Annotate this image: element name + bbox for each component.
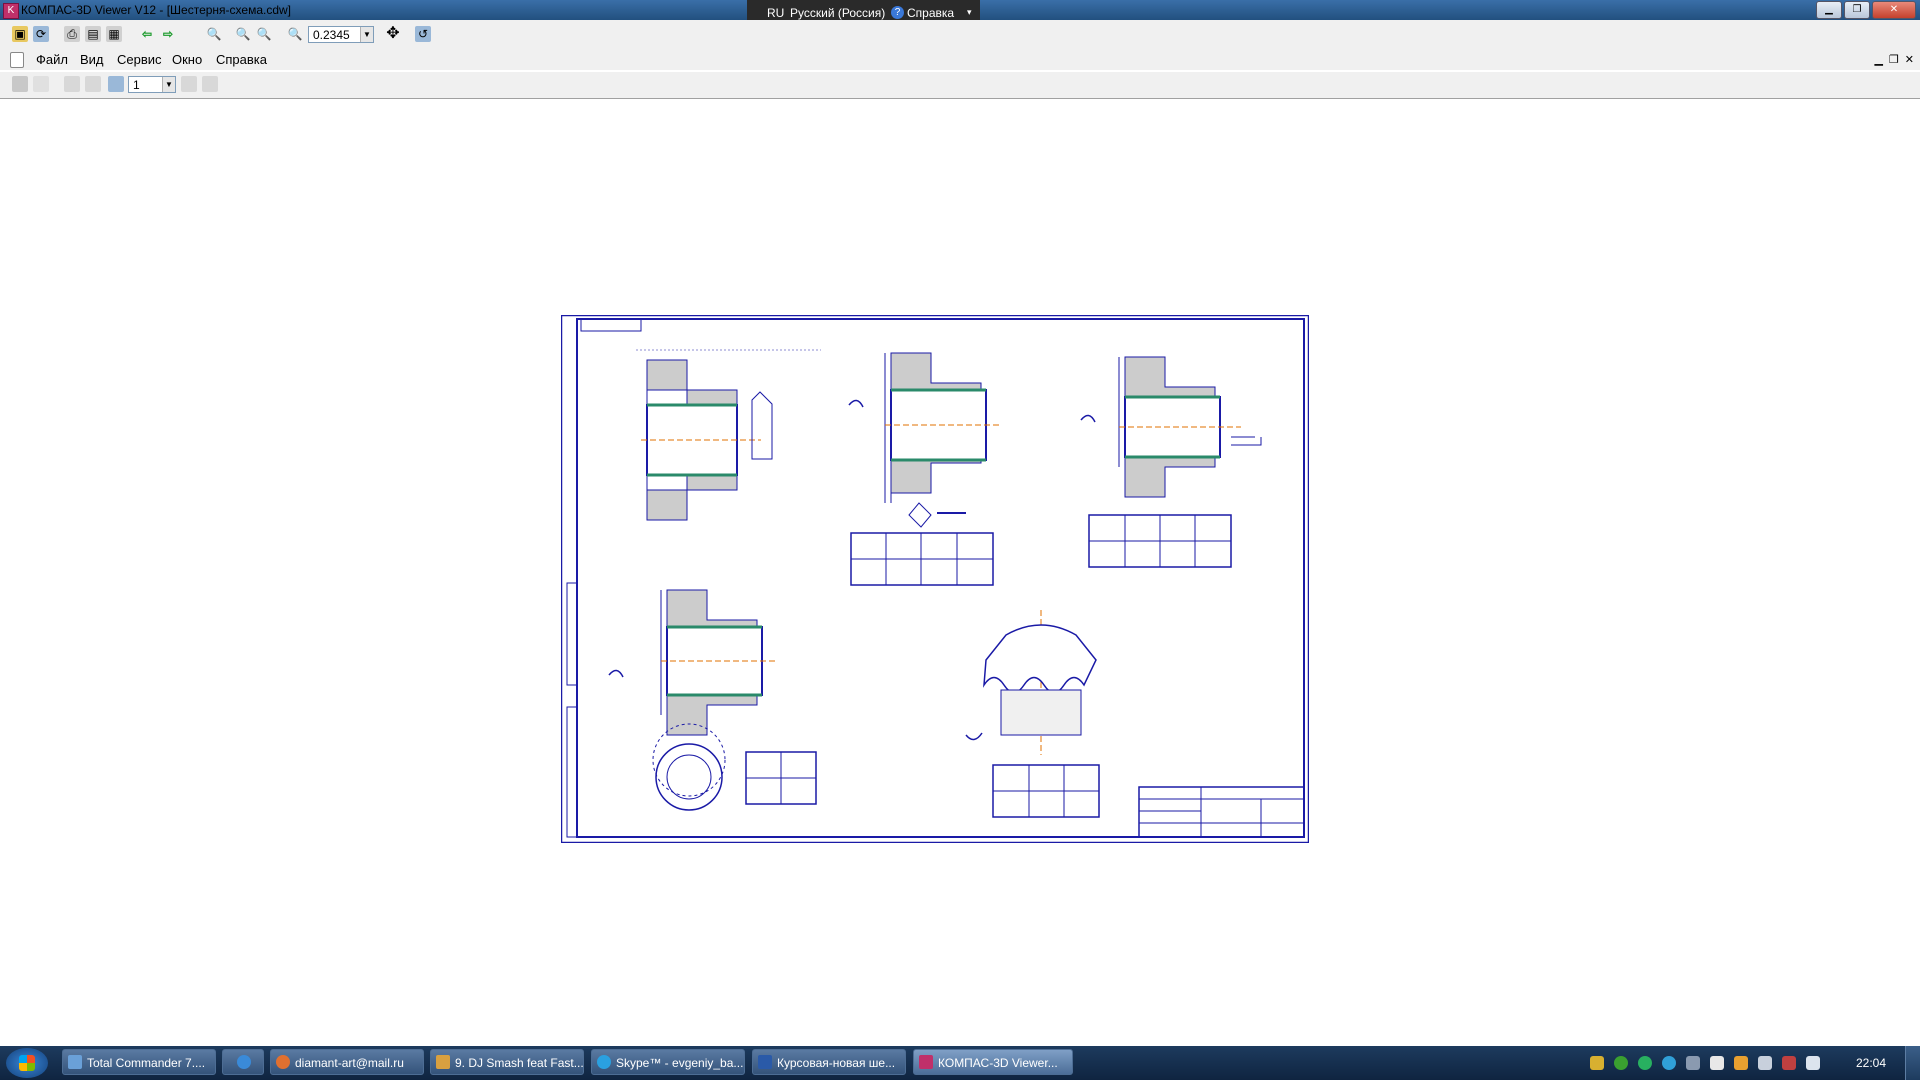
page-first-icon[interactable] xyxy=(85,76,101,92)
tray-app-4-icon[interactable] xyxy=(1662,1056,1676,1070)
layer-icon[interactable] xyxy=(12,76,28,92)
page-setup-icon[interactable]: ▦ xyxy=(106,26,122,42)
operation-10-sketch xyxy=(636,349,821,521)
language-bar-options-icon[interactable]: ▾ xyxy=(967,7,972,18)
minimize-button[interactable]: ▁ xyxy=(1816,1,1842,19)
edit-icon[interactable] xyxy=(33,76,49,92)
taskbar-item-total-commander[interactable]: Total Commander 7.... xyxy=(62,1049,216,1075)
taskbar-item-label: Курсовая-новая ше... xyxy=(777,1056,896,1070)
zoom-window-icon[interactable]: 🔍 xyxy=(206,26,222,42)
windows-logo-icon xyxy=(19,1055,35,1071)
window-controls: ▁ ❐ ✕ xyxy=(1816,1,1916,19)
drawing-sheet[interactable] xyxy=(561,315,1309,843)
pages-icon[interactable] xyxy=(108,76,124,92)
operation-25-sketch xyxy=(848,352,1001,586)
page-combo[interactable]: 1 ▼ xyxy=(128,76,176,93)
taskbar-item-label: 9. DJ Smash feat Fast... xyxy=(455,1056,584,1070)
taskbar-item-label: КОМПАС-3D Viewer... xyxy=(938,1056,1058,1070)
kompas-icon xyxy=(919,1055,933,1069)
zoom-combo[interactable]: 0.2345 ▼ xyxy=(308,26,374,43)
taskbar-item-internet-explorer[interactable] xyxy=(222,1049,264,1075)
drawing-viewport[interactable] xyxy=(0,99,1920,1029)
language-help-label[interactable]: Справка xyxy=(907,6,954,20)
zoom-scale-icon[interactable]: 🔍 xyxy=(287,26,303,42)
language-name[interactable]: Русский (Россия) xyxy=(790,6,885,20)
title-block xyxy=(1138,786,1305,838)
mail-agent-icon xyxy=(276,1055,290,1069)
document-close-button[interactable]: ✕ xyxy=(1905,53,1914,66)
document-icon xyxy=(10,52,24,68)
window-title: КОМПАС-3D Viewer V12 - [Шестерня-схема.c… xyxy=(21,3,292,17)
tray-app-1-icon[interactable] xyxy=(1590,1056,1604,1070)
sound-icon[interactable] xyxy=(1806,1056,1820,1070)
forward-arrow-icon[interactable]: ⇨ xyxy=(160,26,176,42)
tray-app-2-icon[interactable] xyxy=(1614,1056,1628,1070)
zoom-value: 0.2345 xyxy=(313,28,350,42)
refresh-icon[interactable]: ↺ xyxy=(415,26,431,42)
system-tray: 22:04 xyxy=(1580,1046,1920,1080)
open-recent-icon[interactable]: ⟳ xyxy=(33,26,49,42)
taskbar: Total Commander 7.... diamant-art@mail.r… xyxy=(0,1046,1920,1080)
internet-explorer-icon xyxy=(237,1055,251,1069)
page-next-icon[interactable] xyxy=(181,76,197,92)
zoom-out-icon[interactable]: 🔍 xyxy=(256,26,272,42)
chevron-down-icon[interactable]: ▼ xyxy=(360,27,373,42)
zoom-in-icon[interactable]: 🔍 xyxy=(235,26,251,42)
taskbar-item-label: diamant-art@mail.ru xyxy=(295,1056,404,1070)
operation-35-sketch xyxy=(608,589,817,811)
back-arrow-icon[interactable]: ⇦ xyxy=(139,26,155,42)
taskbar-item-label: Total Commander 7.... xyxy=(87,1056,206,1070)
speaker-icon[interactable] xyxy=(1782,1056,1796,1070)
document-minimize-button[interactable]: ▁ xyxy=(1874,53,1882,66)
taskbar-item-kompas[interactable]: КОМПАС-3D Viewer... xyxy=(913,1049,1073,1075)
page-last-icon[interactable] xyxy=(202,76,218,92)
taskbar-item-word[interactable]: Курсовая-новая ше... xyxy=(752,1049,906,1075)
operation-30-sketch xyxy=(1080,356,1262,568)
standard-toolbar: ▣ ⟳ ⎙ ▤ ▦ ⇦ ⇨ 🔍 🔍 🔍 🔍 0.2345 ▼ ✥ ↺ xyxy=(0,20,1920,50)
chevron-down-icon[interactable]: ▼ xyxy=(162,77,175,92)
total-commander-icon xyxy=(68,1055,82,1069)
pan-icon[interactable]: ✥ xyxy=(385,26,401,42)
open-icon[interactable]: ▣ xyxy=(12,26,28,42)
tray-app-7-icon[interactable] xyxy=(1734,1056,1748,1070)
clock[interactable]: 22:04 xyxy=(1856,1056,1886,1070)
menu-help[interactable]: Справка xyxy=(216,52,267,67)
flag-icon[interactable] xyxy=(1710,1056,1724,1070)
word-document-icon xyxy=(758,1055,772,1069)
taskbar-item-label: Skype™ - evgeniy_ba... xyxy=(616,1056,744,1070)
maximize-button[interactable]: ❐ xyxy=(1844,1,1870,19)
taskbar-item-skype[interactable]: Skype™ - evgeniy_ba... xyxy=(591,1049,745,1075)
menu-window[interactable]: Окно xyxy=(172,52,202,67)
tray-app-3-icon[interactable] xyxy=(1638,1056,1652,1070)
start-button[interactable] xyxy=(6,1048,48,1078)
kompas-icon: K xyxy=(3,3,19,19)
language-code[interactable]: RU xyxy=(767,6,784,20)
winamp-icon xyxy=(436,1055,450,1069)
skype-icon xyxy=(597,1055,611,1069)
help-icon[interactable]: ? xyxy=(891,6,904,19)
print-preview-icon[interactable]: ▤ xyxy=(85,26,101,42)
page-value: 1 xyxy=(133,78,140,92)
document-window-controls: ▁ ❐ ✕ xyxy=(1874,53,1914,66)
network-icon[interactable] xyxy=(1758,1056,1772,1070)
menu-file[interactable]: Файл xyxy=(36,52,68,67)
taskbar-item-player[interactable]: 9. DJ Smash feat Fast... xyxy=(430,1049,584,1075)
page-prev-icon[interactable] xyxy=(64,76,80,92)
menu-bar: Файл Вид Сервис Окно Справка ▁ ❐ ✕ xyxy=(0,50,1920,70)
menu-service[interactable]: Сервис xyxy=(117,52,162,67)
document-restore-button[interactable]: ❐ xyxy=(1889,53,1899,66)
view-toolbar: 1 ▼ xyxy=(0,72,1920,99)
print-icon[interactable]: ⎙ xyxy=(64,26,80,42)
close-button[interactable]: ✕ xyxy=(1872,1,1916,19)
taskbar-item-mail[interactable]: diamant-art@mail.ru xyxy=(270,1049,424,1075)
menu-view[interactable]: Вид xyxy=(80,52,104,67)
operation-60-sketch xyxy=(965,610,1100,818)
show-desktop-button[interactable] xyxy=(1905,1046,1920,1080)
tray-app-5-icon[interactable] xyxy=(1686,1056,1700,1070)
